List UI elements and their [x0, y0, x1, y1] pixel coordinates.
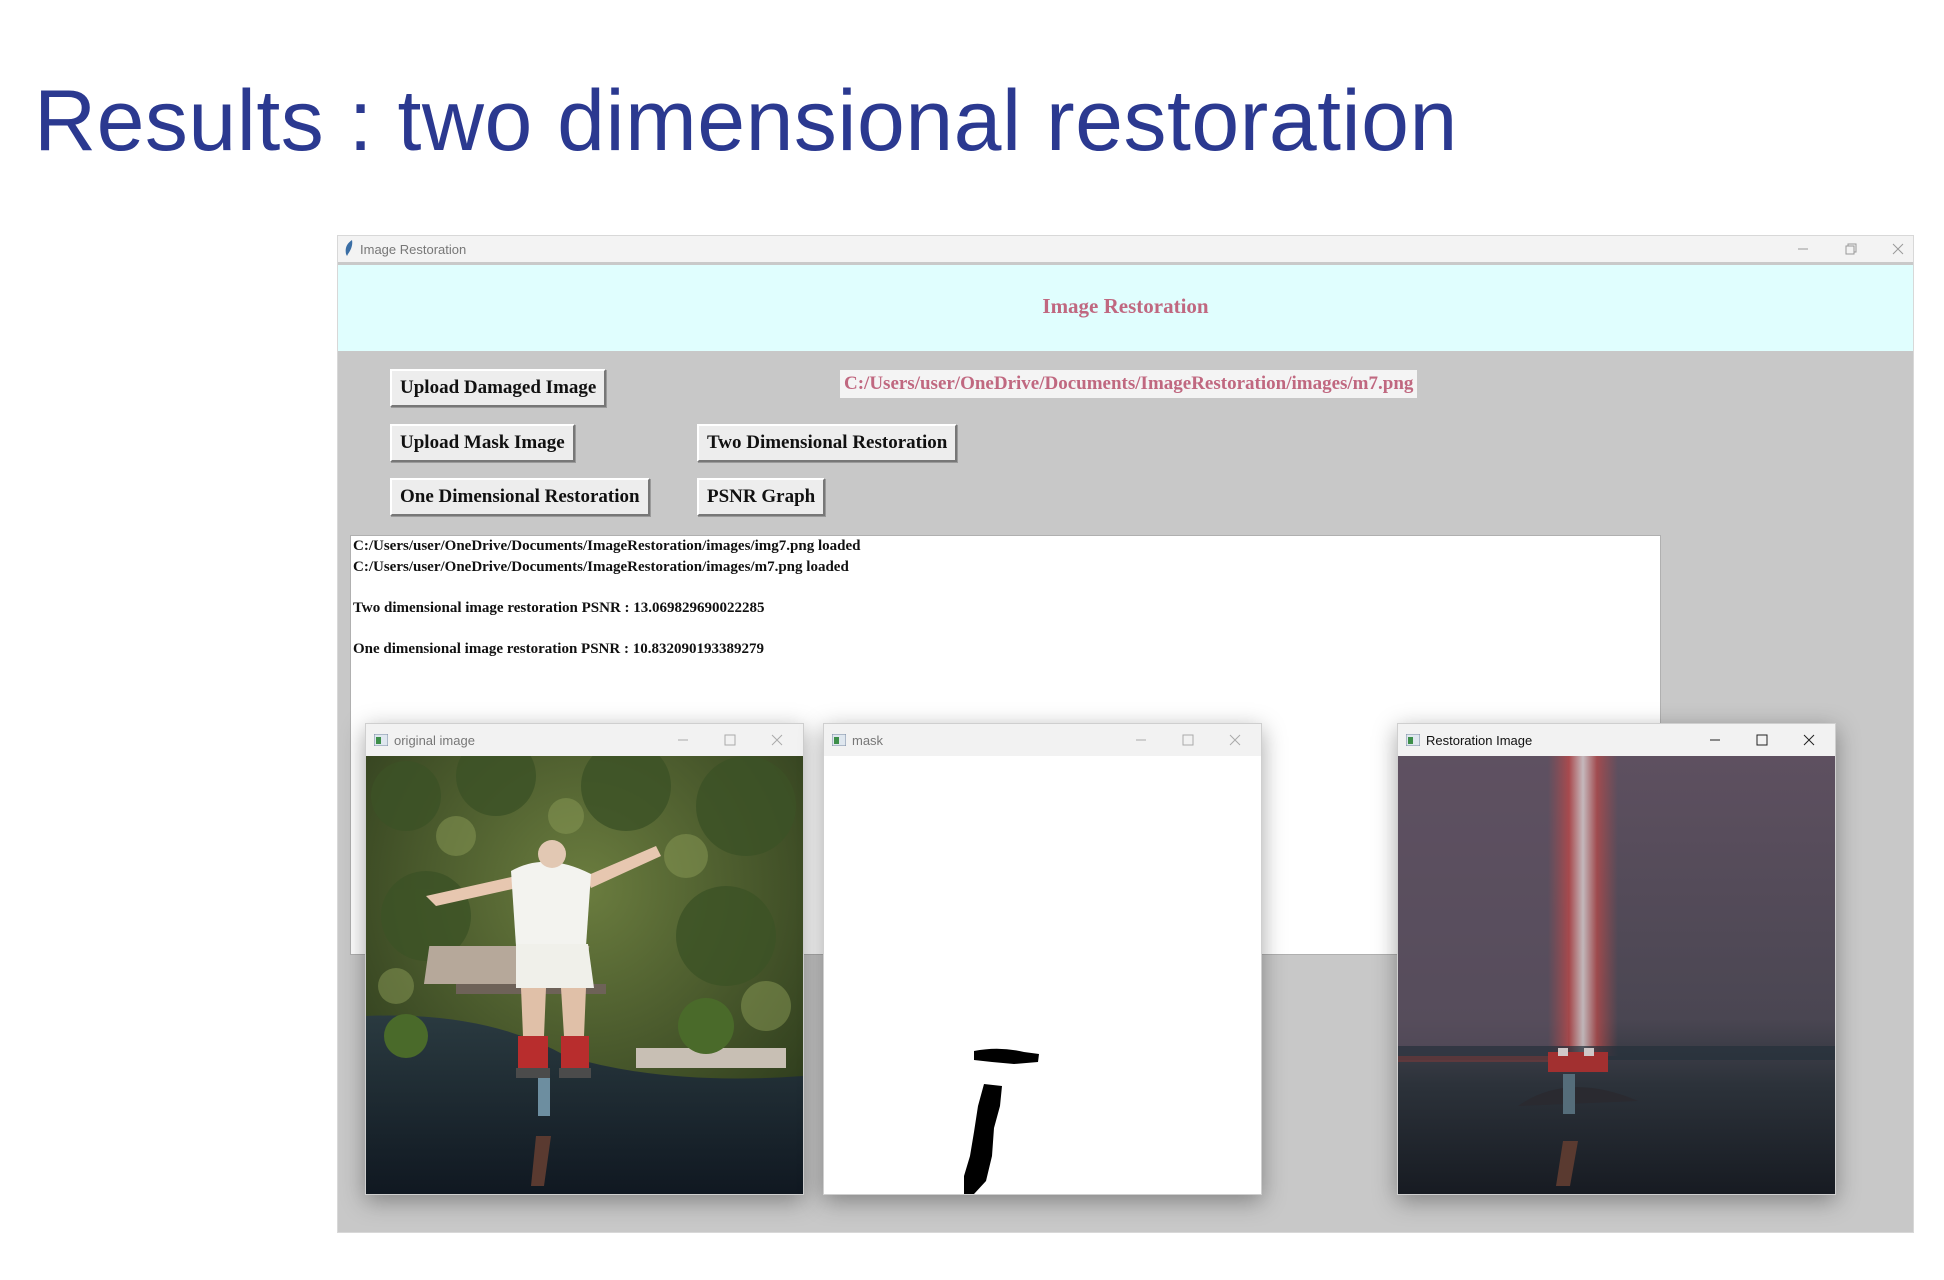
log-line: One dimensional image restoration PSNR :… [353, 641, 764, 657]
one-dimensional-restoration-button[interactable]: One Dimensional Restoration [390, 478, 650, 516]
two-dimensional-restoration-button[interactable]: Two Dimensional Restoration [697, 424, 958, 462]
close-icon[interactable] [1799, 730, 1819, 750]
mask-image [824, 756, 1261, 1194]
mask-titlebar[interactable]: mask [824, 724, 1261, 756]
close-icon[interactable] [1888, 239, 1908, 259]
restoration-image-window: Restoration Image [1397, 723, 1836, 1195]
original-image-window: original image [365, 723, 804, 1195]
app-window-title: Image Restoration [360, 242, 467, 257]
psnr-graph-button[interactable]: PSNR Graph [697, 478, 826, 516]
restoration-title: Restoration Image [1426, 733, 1533, 748]
original-image [366, 756, 803, 1194]
slide-title: Results : two dimensional restoration [34, 73, 1458, 169]
mask-window: mask [823, 723, 1262, 1195]
maximize-icon[interactable] [1752, 730, 1772, 750]
minimize-icon[interactable] [1705, 730, 1725, 750]
minimize-icon[interactable] [673, 730, 693, 750]
restoration-titlebar[interactable]: Restoration Image [1398, 724, 1835, 756]
restoration-image [1398, 756, 1835, 1194]
minimize-icon[interactable] [1131, 730, 1151, 750]
maximize-icon[interactable] [720, 730, 740, 750]
minimize-icon[interactable] [1793, 239, 1813, 259]
header-band: Image Restoration [338, 265, 1913, 351]
upload-mask-image-button[interactable]: Upload Mask Image [390, 424, 575, 462]
original-image-title: original image [394, 733, 475, 748]
opencv-window-icon [832, 734, 846, 746]
restore-icon[interactable] [1841, 239, 1861, 259]
app-titlebar[interactable]: Image Restoration [338, 236, 1913, 265]
close-icon[interactable] [1225, 730, 1245, 750]
mask-title: mask [852, 733, 884, 748]
maximize-icon[interactable] [1178, 730, 1198, 750]
original-image-titlebar[interactable]: original image [366, 724, 803, 756]
upload-damaged-image-button[interactable]: Upload Damaged Image [390, 369, 607, 407]
opencv-window-icon [374, 734, 388, 746]
feather-icon [345, 240, 353, 256]
log-line: C:/Users/user/OneDrive/Documents/ImageRe… [353, 559, 849, 575]
opencv-window-icon [1406, 734, 1420, 746]
log-line: C:/Users/user/OneDrive/Documents/ImageRe… [353, 538, 861, 554]
header-title: Image Restoration [1042, 294, 1209, 318]
close-icon[interactable] [767, 730, 787, 750]
path-label: C:/Users/user/OneDrive/Documents/ImageRe… [840, 370, 1418, 398]
log-line: Two dimensional image restoration PSNR :… [353, 600, 765, 616]
